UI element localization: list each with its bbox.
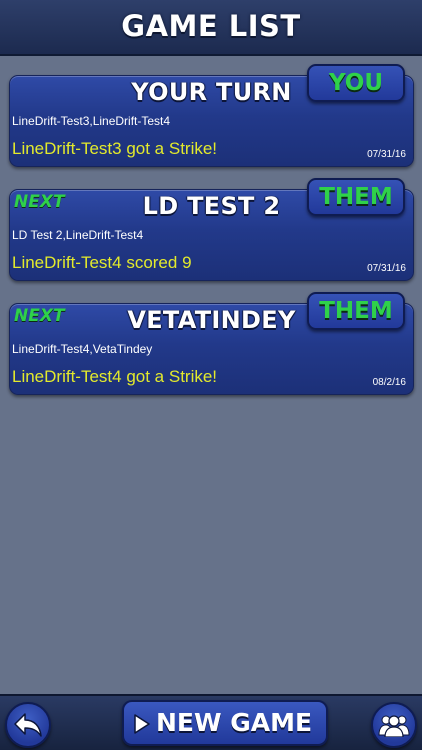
back-arrow-icon xyxy=(14,713,42,737)
turn-badge: Them xyxy=(307,292,405,330)
game-card-vetatindey[interactable]: Next VetaTindey Them LineDrift-Test4,Vet… xyxy=(9,292,414,395)
game-date: 07/31/16 xyxy=(367,263,406,274)
friends-icon xyxy=(378,715,410,737)
game-players: LineDrift-Test3,LineDrift-Test4 xyxy=(12,114,171,128)
footer-bar: New Game xyxy=(0,694,422,750)
game-card-ld-test-2[interactable]: Next LD Test 2 Them LD Test 2,LineDrift-… xyxy=(9,178,414,281)
page-title: Game List xyxy=(121,9,301,43)
back-button[interactable] xyxy=(5,702,51,748)
game-status: LineDrift-Test4 scored 9 xyxy=(12,253,192,272)
turn-badge: You xyxy=(307,64,405,102)
play-icon xyxy=(134,714,150,734)
game-players: LD Test 2,LineDrift-Test4 xyxy=(12,228,144,242)
game-date: 07/31/16 xyxy=(367,149,406,160)
header-bar: Game List xyxy=(0,0,422,56)
turn-badge: Them xyxy=(307,178,405,216)
new-game-label: New Game xyxy=(156,708,313,737)
game-card-your-turn[interactable]: Your Turn You LineDrift-Test3,LineDrift-… xyxy=(9,64,414,167)
game-date: 08/2/16 xyxy=(372,377,406,388)
game-status: LineDrift-Test3 got a Strike! xyxy=(12,139,218,158)
friends-button[interactable] xyxy=(371,702,417,748)
game-players: LineDrift-Test4,VetaTindey xyxy=(12,342,153,356)
game-status: LineDrift-Test4 got a Strike! xyxy=(12,367,218,386)
new-game-button[interactable]: New Game xyxy=(122,700,328,746)
